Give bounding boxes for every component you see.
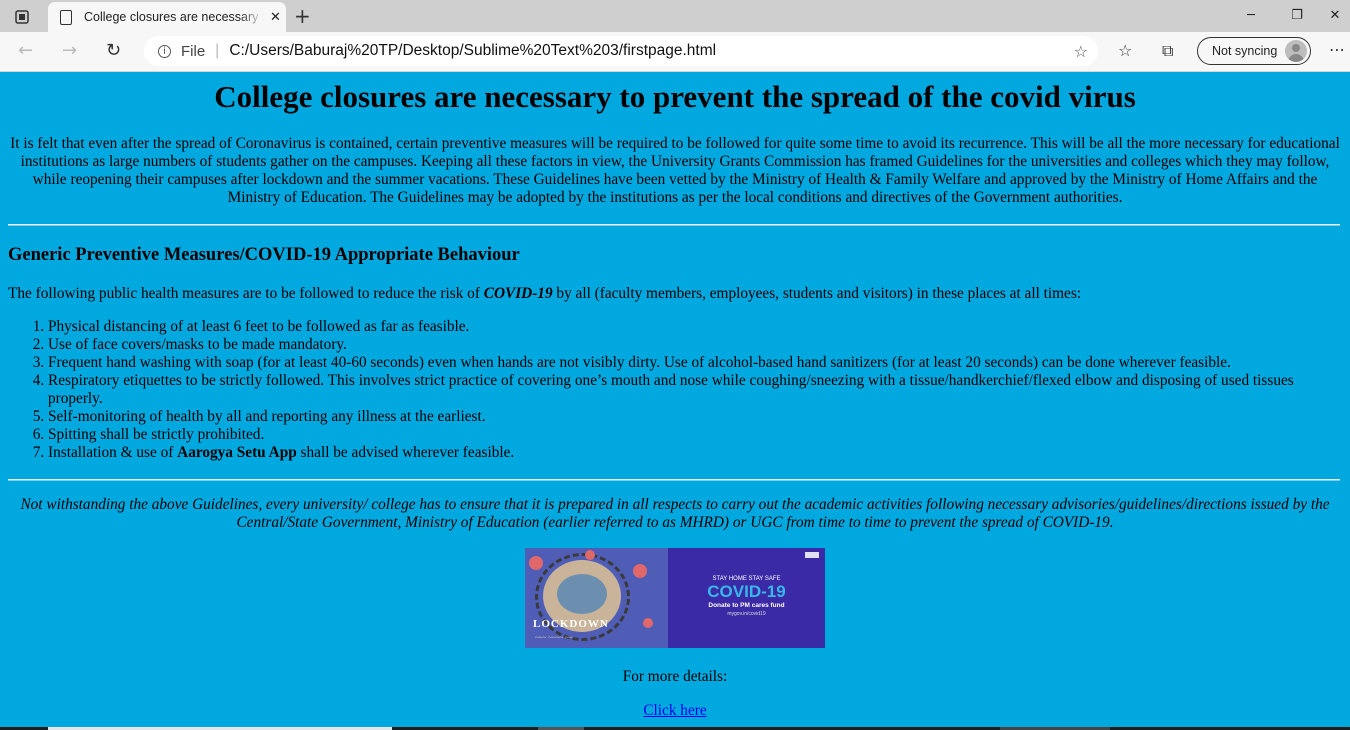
address-bar[interactable]: i File | C:/Users/Baburaj%20TP/Desktop/S… xyxy=(144,36,1098,66)
fund-url-text: mygov.in/covid19 xyxy=(727,611,766,617)
list-item: Use of face covers/masks to be made mand… xyxy=(48,336,1318,354)
more-menu-icon[interactable]: ⋯ xyxy=(1329,40,1345,59)
lockdown-text: LOCKDOWN xyxy=(533,618,609,630)
favorites-icon[interactable]: ☆ xyxy=(1118,41,1132,60)
intro-paragraph: It is felt that even after the spread of… xyxy=(10,135,1340,206)
restore-button[interactable]: ❐ xyxy=(1274,0,1320,30)
page-heading: College closures are necessary to preven… xyxy=(214,79,1136,114)
browser-tab[interactable]: College closures are necessary to preven… xyxy=(48,2,286,32)
divider xyxy=(8,479,1340,481)
close-window-button[interactable]: ✕ xyxy=(1320,0,1350,30)
more-details-text: For more details: xyxy=(622,668,728,685)
back-button[interactable]: ← xyxy=(18,40,33,61)
virus-graphic xyxy=(633,564,647,578)
profile-sync-button[interactable]: Not syncing xyxy=(1197,37,1311,65)
list-item: Physical distancing of at least 6 feet t… xyxy=(48,318,1318,336)
address-separator: | xyxy=(215,42,220,59)
forward-button[interactable]: → xyxy=(62,40,77,61)
virus-graphic xyxy=(529,556,543,570)
lead-paragraph: The following public health measures are… xyxy=(8,285,1081,303)
lockdown-illustration: LOCKDOWN ~~~ ~~~~ ~~ xyxy=(525,548,668,648)
page-content: College closures are necessary to preven… xyxy=(0,72,1350,730)
lead-emphasis: COVID-19 xyxy=(483,285,553,302)
lead-text: The following public health measures are… xyxy=(8,285,484,302)
donate-text: Donate to PM cares fund xyxy=(708,602,785,609)
virus-graphic xyxy=(585,550,595,560)
add-favorite-icon[interactable]: ☆ xyxy=(1074,42,1088,61)
note-paragraph: Not withstanding the above Guidelines, e… xyxy=(20,496,1330,531)
list-item: Installation & use of Aarogya Setu App s… xyxy=(48,444,1318,462)
url-text: C:/Users/Baburaj%20TP/Desktop/Sublime%20… xyxy=(229,42,717,59)
list-item: Respiratory etiquettes to be strictly fo… xyxy=(48,372,1318,408)
list-item: Frequent hand washing with soap (for at … xyxy=(48,354,1318,372)
app-name: Aarogya Setu App xyxy=(177,444,297,461)
emblem-icon xyxy=(805,552,819,558)
measure7-text-end: shall be advised wherever feasible. xyxy=(296,444,515,461)
minimize-button[interactable]: ─ xyxy=(1228,0,1274,30)
click-here-link[interactable]: Click here xyxy=(643,702,706,719)
close-tab-icon[interactable]: ✕ xyxy=(270,10,281,25)
section-heading: Generic Preventive Measures/COVID-19 App… xyxy=(8,245,520,265)
covid-banner-image: LOCKDOWN ~~~ ~~~~ ~~ STAY HOME STAY SAFE… xyxy=(525,548,825,648)
address-scheme: File xyxy=(181,42,206,60)
info-icon[interactable]: i xyxy=(158,44,171,58)
tab-actions-icon[interactable] xyxy=(8,6,36,28)
browser-toolbar: ← → ↻ i File | C:/Users/Baburaj%20TP/Des… xyxy=(0,32,1350,72)
sync-status: Not syncing xyxy=(1212,44,1278,58)
divider xyxy=(8,224,1340,226)
measures-list: Physical distancing of at least 6 feet t… xyxy=(8,318,1318,462)
lead-text-end: by all (faculty members, employees, stud… xyxy=(552,285,1082,302)
reload-button[interactable]: ↻ xyxy=(106,40,121,61)
collections-icon[interactable]: ⧉ xyxy=(1162,41,1173,61)
covid-donate-panel: STAY HOME STAY SAFE COVID-19 Donate to P… xyxy=(668,548,825,648)
list-item: Self-monitoring of health by all and rep… xyxy=(48,408,1318,426)
link-paragraph: Click here xyxy=(0,702,1350,720)
new-tab-button[interactable]: + xyxy=(294,4,311,28)
tab-title: College closures are necessary to preven… xyxy=(84,10,264,24)
list-item: Spitting shall be strictly prohibited. xyxy=(48,426,1318,444)
tab-strip: College closures are necessary to preven… xyxy=(0,0,1350,32)
measure7-text: Installation & use of xyxy=(48,444,178,461)
page-icon xyxy=(60,9,72,25)
avatar xyxy=(1285,40,1307,62)
covid-text: COVID-19 xyxy=(707,582,786,601)
virus-graphic xyxy=(643,618,653,628)
lockdown-subtext: ~~~ ~~~~ ~~ xyxy=(535,634,573,642)
